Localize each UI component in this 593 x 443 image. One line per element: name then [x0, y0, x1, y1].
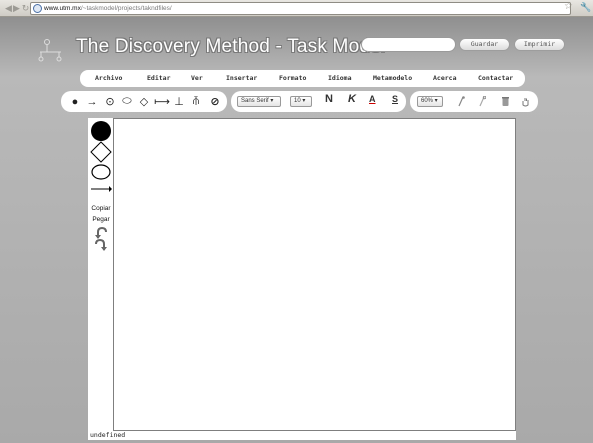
url-host: www.utm.mx [44, 5, 81, 12]
ellipse-icon[interactable]: ⬭ [121, 91, 133, 112]
merge-connector-icon[interactable]: ⫚ [190, 91, 202, 112]
connector-icon[interactable]: ⟼ [154, 91, 170, 112]
trash-icon[interactable] [501, 96, 510, 107]
status-bar: undefined [88, 431, 516, 440]
menu-bar: Archivo Editar Ver Insertar Formato Idio… [80, 70, 525, 87]
view-toolbar: 60% ▾ [410, 91, 538, 112]
font-family-value: Sans Serif [241, 98, 269, 104]
paste-button[interactable]: Pegar [88, 216, 114, 223]
page-title: The Discovery Method - Task Model [76, 36, 386, 57]
globe-icon [33, 4, 42, 13]
undo-icon[interactable] [94, 227, 108, 239]
shape-palette: Copiar Pegar [88, 118, 114, 431]
zoom-select[interactable]: 60% ▾ [417, 96, 443, 107]
menu-idioma[interactable]: Idioma [328, 74, 351, 82]
save-button[interactable]: Guardar [459, 38, 510, 51]
font-size-value: 10 [294, 98, 301, 104]
decision-diamond-icon[interactable] [90, 141, 112, 163]
url-path: /~taskmodel/projects/takndfiles/ [80, 5, 172, 12]
menu-acerca[interactable]: Acerca [433, 74, 456, 82]
menu-archivo[interactable]: Archivo [95, 74, 122, 82]
arrow-right-icon[interactable]: → [86, 91, 98, 112]
redo-icon[interactable] [94, 239, 108, 251]
address-bar[interactable]: www.utm.mx/~taskmodel/projects/takndfile… [30, 2, 571, 15]
font-color-button[interactable]: A [369, 94, 376, 104]
bold-button[interactable]: N [325, 93, 333, 105]
font-size-select[interactable]: 10 ▾ [290, 96, 312, 107]
italic-button[interactable]: K [348, 93, 356, 105]
star-icon[interactable]: ☆ [564, 1, 573, 12]
logo-icon [38, 39, 62, 62]
menu-insertar[interactable]: Insertar [226, 74, 257, 82]
diagram-canvas[interactable] [113, 118, 516, 431]
no-symbol-icon[interactable]: ⊘ [209, 91, 221, 112]
menu-ver[interactable]: Ver [191, 74, 203, 82]
format-toolbar: Sans Serif ▾ 10 ▾ N K A S [231, 91, 406, 112]
menu-metamodelo[interactable]: Metamodelo [373, 74, 412, 82]
wrench-icon[interactable]: 🔧 [580, 2, 591, 13]
arrow-connector-icon[interactable] [90, 184, 112, 194]
menu-editar[interactable]: Editar [147, 74, 170, 82]
underline-button[interactable]: S [392, 94, 398, 104]
model-name-input[interactable] [361, 37, 456, 52]
print-button[interactable]: Imprimir [514, 38, 565, 51]
page: The Discovery Method - Task Model Guarda… [0, 17, 593, 443]
shape-toolbar: ● → ⊙ ⬭ ◇ ⟼ ⊥ ⫚ ⊘ [61, 91, 227, 112]
split-connector-icon[interactable]: ⊥ [173, 91, 185, 112]
browser-toolbar: ◀ ▶ ↻ www.utm.mx/~taskmodel/projects/tak… [0, 0, 593, 17]
zoom-value: 60% [421, 98, 434, 104]
copy-button[interactable]: Copiar [88, 205, 114, 212]
brush-icon[interactable] [457, 96, 465, 107]
pencil-icon[interactable] [478, 96, 486, 107]
font-family-select[interactable]: Sans Serif ▾ [237, 96, 281, 107]
menu-contactar[interactable]: Contactar [478, 74, 513, 82]
circle-filled-icon[interactable]: ● [69, 91, 81, 112]
task-circle-icon[interactable] [90, 120, 112, 142]
menu-formato[interactable]: Formato [279, 74, 306, 82]
diamond-icon[interactable]: ◇ [138, 91, 150, 112]
circle-dot-icon[interactable]: ⊙ [104, 91, 116, 112]
ellipse-icon[interactable] [91, 164, 111, 180]
hand-icon[interactable] [521, 96, 530, 107]
